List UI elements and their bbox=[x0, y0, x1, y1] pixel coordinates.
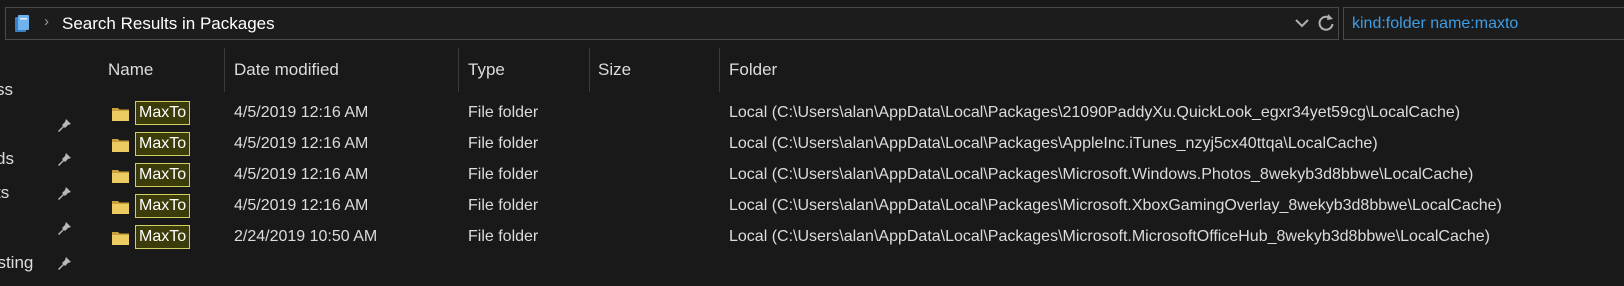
file-type: File folder bbox=[468, 135, 539, 152]
folder-icon bbox=[112, 108, 129, 121]
date-modified: 4/5/2019 12:16 AM bbox=[234, 166, 369, 183]
column-divider[interactable] bbox=[224, 48, 225, 92]
sidebar-item[interactable]: ts bbox=[0, 179, 80, 209]
column-header-row: Name Date modified Type Size Folder bbox=[80, 48, 1624, 92]
file-type: File folder bbox=[468, 104, 539, 121]
sidebar-item-label: ss bbox=[0, 80, 13, 99]
search-location-icon bbox=[15, 15, 29, 32]
file-type: File folder bbox=[468, 228, 539, 245]
file-name[interactable]: MaxTo bbox=[135, 101, 191, 125]
sidebar-item[interactable] bbox=[0, 111, 80, 141]
folder-icon bbox=[112, 170, 129, 183]
pin-icon[interactable] bbox=[56, 220, 72, 236]
pin-icon[interactable] bbox=[56, 255, 72, 271]
pin-icon[interactable] bbox=[56, 117, 72, 133]
table-row[interactable]: MaxTo 4/5/2019 12:16 AM File folder Loca… bbox=[106, 192, 1624, 223]
sidebar-item-label: esting bbox=[0, 253, 34, 272]
sidebar-item-label: ts bbox=[0, 183, 10, 202]
date-modified: 4/5/2019 12:16 AM bbox=[234, 104, 369, 121]
column-divider[interactable] bbox=[719, 48, 720, 92]
search-input[interactable]: kind:folder name:maxto bbox=[1343, 7, 1624, 40]
column-header-date[interactable]: Date modified bbox=[234, 60, 339, 80]
table-row[interactable]: MaxTo 4/5/2019 12:16 AM File folder Loca… bbox=[106, 130, 1624, 161]
breadcrumb-chevron-icon[interactable]: › bbox=[44, 13, 49, 30]
folder-path: Local (C:\Users\alan\AppData\Local\Packa… bbox=[729, 228, 1490, 245]
column-header-type[interactable]: Type bbox=[468, 60, 505, 80]
file-list: Name Date modified Type Size Folder MaxT… bbox=[80, 48, 1624, 286]
folder-path: Local (C:\Users\alan\AppData\Local\Packa… bbox=[729, 197, 1502, 214]
column-header-size[interactable]: Size bbox=[598, 60, 631, 80]
breadcrumb[interactable]: Search Results in Packages bbox=[62, 14, 275, 34]
pin-icon[interactable] bbox=[56, 151, 72, 167]
folder-icon bbox=[112, 139, 129, 152]
refresh-icon[interactable] bbox=[1316, 11, 1336, 35]
search-query[interactable]: kind:folder name:maxto bbox=[1352, 15, 1518, 33]
file-name[interactable]: MaxTo bbox=[135, 132, 191, 156]
table-row[interactable]: MaxTo 2/24/2019 10:50 AM File folder Loc… bbox=[106, 223, 1624, 254]
folder-path: Local (C:\Users\alan\AppData\Local\Packa… bbox=[729, 104, 1461, 121]
sidebar-item[interactable]: ss bbox=[0, 76, 80, 106]
column-divider[interactable] bbox=[589, 48, 590, 92]
sidebar-item[interactable] bbox=[0, 214, 80, 244]
sidebar-item-label: ds bbox=[0, 149, 14, 168]
chevron-down-icon[interactable] bbox=[1292, 12, 1312, 34]
file-name[interactable]: MaxTo bbox=[135, 194, 191, 218]
folder-path: Local (C:\Users\alan\AppData\Local\Packa… bbox=[729, 135, 1378, 152]
date-modified: 4/5/2019 12:16 AM bbox=[234, 135, 369, 152]
folder-icon bbox=[112, 232, 129, 245]
sidebar-item[interactable]: esting bbox=[0, 249, 80, 279]
column-divider[interactable] bbox=[458, 48, 459, 92]
folder-icon bbox=[112, 201, 129, 214]
date-modified: 2/24/2019 10:50 AM bbox=[234, 228, 378, 245]
table-row[interactable]: MaxTo 4/5/2019 12:16 AM File folder Loca… bbox=[106, 99, 1624, 130]
address-bar[interactable]: › Search Results in Packages bbox=[5, 7, 1339, 40]
navigation-pane: ss ds ts esting bbox=[0, 48, 80, 286]
date-modified: 4/5/2019 12:16 AM bbox=[234, 197, 369, 214]
table-row[interactable]: MaxTo 4/5/2019 12:16 AM File folder Loca… bbox=[106, 161, 1624, 192]
file-name[interactable]: MaxTo bbox=[135, 225, 191, 249]
column-header-folder[interactable]: Folder bbox=[729, 60, 777, 80]
pin-icon[interactable] bbox=[56, 185, 72, 201]
file-type: File folder bbox=[468, 166, 539, 183]
file-type: File folder bbox=[468, 197, 539, 214]
folder-path: Local (C:\Users\alan\AppData\Local\Packa… bbox=[729, 166, 1474, 183]
navigation-bar: › Search Results in Packages kind:folder… bbox=[0, 0, 1624, 48]
column-header-name[interactable]: Name bbox=[108, 60, 153, 80]
file-name[interactable]: MaxTo bbox=[135, 163, 191, 187]
sidebar-item[interactable]: ds bbox=[0, 145, 80, 175]
